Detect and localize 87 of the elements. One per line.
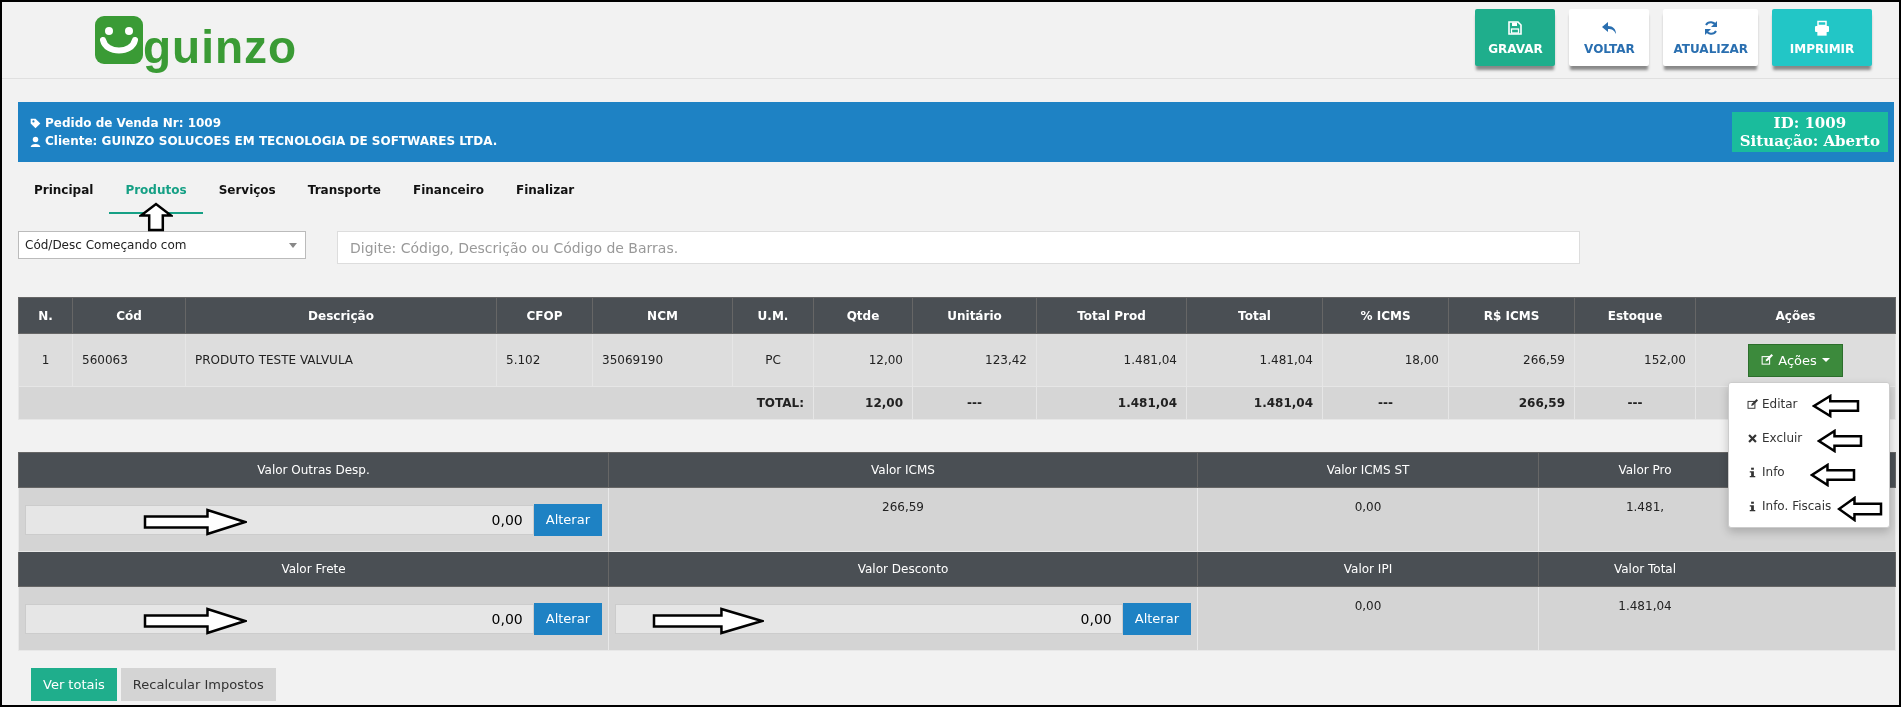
change-button[interactable]: Alterar [533, 602, 602, 635]
info-icon [1747, 500, 1758, 512]
table-cell: 266,59 [1448, 333, 1575, 387]
summary-value: 0,00 [1354, 500, 1382, 514]
column-header: N. [18, 297, 73, 334]
total-value: 12,00 [865, 396, 903, 410]
status-badge: ID: 1009 Situação: Aberto [1731, 112, 1888, 152]
filter-dropdown[interactable]: Cód/Desc Começando com [18, 231, 306, 259]
table-cell: 560063 [72, 333, 186, 387]
summary-header: Valor Total [1538, 551, 1896, 587]
summary-header: Valor Desconto [608, 551, 1198, 587]
total-value: 1.481,04 [1253, 396, 1313, 410]
edit-icon [1761, 354, 1774, 366]
toolbar-button[interactable]: ATUALIZAR [1663, 9, 1758, 66]
column-header: Qtde [813, 297, 913, 334]
callout-arrow [1812, 394, 1860, 418]
tag-icon [30, 117, 41, 129]
column-header: Total [1186, 297, 1323, 334]
logo-icon [95, 16, 143, 64]
summary-header: Valor Outras Desp. [18, 452, 609, 488]
table-cell: 35069190 [592, 333, 733, 387]
summary-header: Valor IPI [1197, 551, 1539, 587]
table-cell: 12,00 [813, 333, 913, 387]
printer-icon [1814, 19, 1830, 36]
change-button[interactable]: Alterar [533, 503, 602, 536]
column-header: U.M. [732, 297, 814, 334]
change-button[interactable]: Alterar [1122, 602, 1191, 635]
summary-header: Valor Frete [18, 551, 609, 587]
table-cell: 5.102 [496, 333, 593, 387]
summary-value: 1.481, [1625, 500, 1665, 514]
table-cell: PRODUTO TESTE VALVULA [185, 333, 497, 387]
edit-icon [1747, 398, 1758, 410]
column-header: Estoque [1574, 297, 1696, 334]
total-value: --- [967, 396, 982, 410]
summary-value: 1.481,04 [1618, 599, 1672, 613]
column-header: Total Prod [1036, 297, 1187, 334]
search-field[interactable]: Digite: Código, Descrição ou Código de Barras. [337, 231, 1580, 264]
column-header: Unitário [912, 297, 1037, 334]
user-icon [30, 135, 41, 147]
tab[interactable]: Financeiro [396, 176, 500, 214]
menu-item[interactable]: Info. Fiscais [1729, 489, 1889, 523]
actions-button[interactable]: Ações [1748, 343, 1843, 377]
menu-item[interactable]: Excluir [1729, 421, 1889, 455]
tab[interactable]: Finalizar [500, 176, 591, 214]
total-value: 266,59 [1518, 396, 1565, 410]
table-cell: 152,00 [1574, 333, 1696, 387]
callout-arrow [1817, 429, 1863, 453]
total-value: --- [1378, 396, 1393, 410]
total-label: TOTAL: [756, 396, 804, 410]
tab[interactable]: Transporte [291, 176, 397, 214]
toolbar-button[interactable]: VOLTAR [1569, 9, 1650, 66]
tab[interactable]: Serviços [202, 176, 292, 214]
column-header: Cód [72, 297, 186, 334]
menu-item[interactable]: Info [1729, 455, 1889, 489]
summary-header: Valor ICMS [608, 452, 1198, 488]
table-cell: 18,00 [1322, 333, 1449, 387]
reply-arrow-icon [1601, 19, 1618, 36]
amount-field[interactable]: 0,00 [25, 603, 534, 634]
info-icon [1747, 466, 1758, 478]
table-cell: PC [732, 333, 814, 387]
client-name: Cliente: GUINZO SOLUCOES EM TECNOLOGIA DE SOFTWARES LTDA. [30, 134, 498, 148]
column-header: R$ ICMS [1448, 297, 1575, 334]
summary-value: 266,59 [882, 500, 924, 514]
summary-value: 0,00 [1354, 599, 1382, 613]
callout-arrow [1837, 496, 1883, 522]
refresh-icon [1702, 19, 1719, 36]
summary-header: Valor ICMS ST [1197, 452, 1539, 488]
close-icon [1747, 432, 1758, 444]
caret-icon [289, 242, 297, 248]
column-header: % ICMS [1322, 297, 1449, 334]
total-value: 1.481,04 [1117, 396, 1177, 410]
order-title: Pedido de Venda Nr: 1009 [30, 116, 498, 130]
total-value: --- [1627, 396, 1643, 410]
callout-arrow [139, 202, 173, 232]
table-cell: 123,42 [912, 333, 1037, 387]
amount-field[interactable]: 0,00 [615, 603, 1123, 634]
table-cell: 1.481,04 [1186, 333, 1323, 387]
column-header: NCM [592, 297, 733, 334]
table-cell: 1 [18, 333, 73, 387]
column-header: Ações [1695, 297, 1896, 334]
column-header: Descrição [185, 297, 497, 334]
column-header: CFOP [496, 297, 593, 334]
footer-button[interactable]: Recalcular Impostos [120, 668, 276, 701]
callout-arrow [1810, 463, 1856, 487]
table-cell: 1.481,04 [1036, 333, 1187, 387]
amount-field[interactable]: 0,00 [25, 504, 534, 535]
tab[interactable]: Principal [18, 176, 110, 214]
